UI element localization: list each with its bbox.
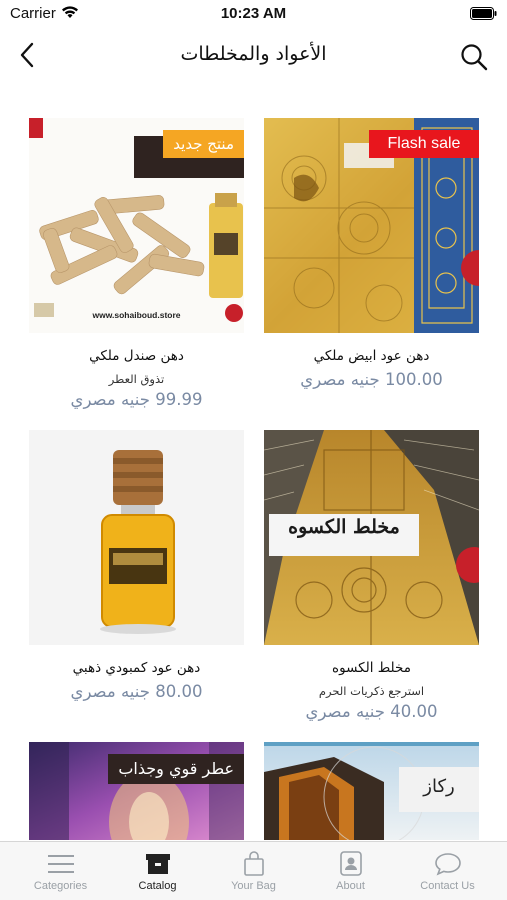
- tab-label: Contact Us: [420, 880, 475, 892]
- store-url-watermark: www.sohaiboud.store: [92, 310, 181, 320]
- status-bar: Carrier 10:23 AM: [0, 0, 507, 30]
- image-overlay-label: ركاز: [423, 776, 455, 797]
- product-subtitle: تذوق العطر: [108, 372, 165, 386]
- box-icon: [146, 854, 170, 874]
- tab-label: Your Bag: [231, 880, 276, 892]
- tab-label: Categories: [33, 880, 88, 892]
- tab-label: About: [336, 880, 365, 892]
- flash-sale-badge: Flash sale: [369, 130, 479, 158]
- person-badge-icon: [340, 851, 362, 876]
- product-name: دهن صندل ملكي: [89, 348, 184, 364]
- menu-icon: [48, 855, 74, 873]
- product-name: مخلط الكسوه: [332, 660, 411, 676]
- product-card[interactable]: ركاز: [264, 742, 479, 840]
- tab-about[interactable]: About: [300, 842, 401, 900]
- image-overlay-label: عطر قوي وجذاب: [108, 754, 244, 784]
- product-image-golden-oud-bottle: [29, 430, 244, 645]
- search-icon[interactable]: [459, 42, 489, 72]
- product-card[interactable]: منتج جديد www.sohaiboud.store دهن صندل م…: [29, 118, 244, 418]
- product-price: 100.00 جنيه مصري: [300, 370, 443, 389]
- product-price: 80.00 جنيه مصري: [70, 682, 203, 701]
- tab-label: Catalog: [138, 880, 177, 892]
- battery-icon: [470, 7, 497, 20]
- tab-categories[interactable]: Categories: [10, 842, 111, 900]
- image-overlay-label: مخلط الكسوه: [288, 516, 400, 538]
- page-title: الأعواد والمخلطات: [180, 43, 327, 65]
- tab-your-bag[interactable]: Your Bag: [203, 842, 304, 900]
- bag-icon: [244, 851, 264, 876]
- product-grid: Flash sale دهن عود ابيض ملكي 100.00 جنيه…: [0, 118, 507, 840]
- product-name: دهن عود ابيض ملكي: [313, 348, 430, 364]
- product-image-golden-door: Flash sale: [264, 118, 479, 333]
- product-card[interactable]: دهن عود كمبودي ذهبي 80.00 جنيه مصري: [29, 430, 244, 730]
- product-image-sandalwood: منتج جديد www.sohaiboud.store: [29, 118, 244, 333]
- product-image-perfume-promo: عطر قوي وجذاب: [29, 742, 244, 840]
- product-subtitle: استرجع ذكريات الحرم: [318, 684, 425, 698]
- clock: 10:23 AM: [220, 5, 287, 22]
- product-card[interactable]: مخلط الكسوه مخلط الكسوه استرجع ذكريات ال…: [264, 430, 479, 730]
- navigation-bar: الأعواد والمخلطات: [0, 30, 507, 82]
- tab-contact-us[interactable]: Contact Us: [397, 842, 498, 900]
- tab-catalog[interactable]: Catalog: [107, 842, 208, 900]
- new-product-badge: منتج جديد: [163, 130, 244, 158]
- product-card[interactable]: عطر قوي وجذاب: [29, 742, 244, 840]
- product-image-rekaz: ركاز: [264, 742, 479, 840]
- product-price: 99.99 جنيه مصري: [70, 390, 203, 409]
- product-card[interactable]: Flash sale دهن عود ابيض ملكي 100.00 جنيه…: [264, 118, 479, 418]
- product-name: دهن عود كمبودي ذهبي: [72, 660, 201, 676]
- chat-bubble-icon: [435, 853, 461, 876]
- product-price: 40.00 جنيه مصري: [305, 702, 438, 721]
- tab-bar: Categories Catalog Your Bag About Contac…: [0, 841, 507, 900]
- product-image-kiswa: مخلط الكسوه: [264, 430, 479, 645]
